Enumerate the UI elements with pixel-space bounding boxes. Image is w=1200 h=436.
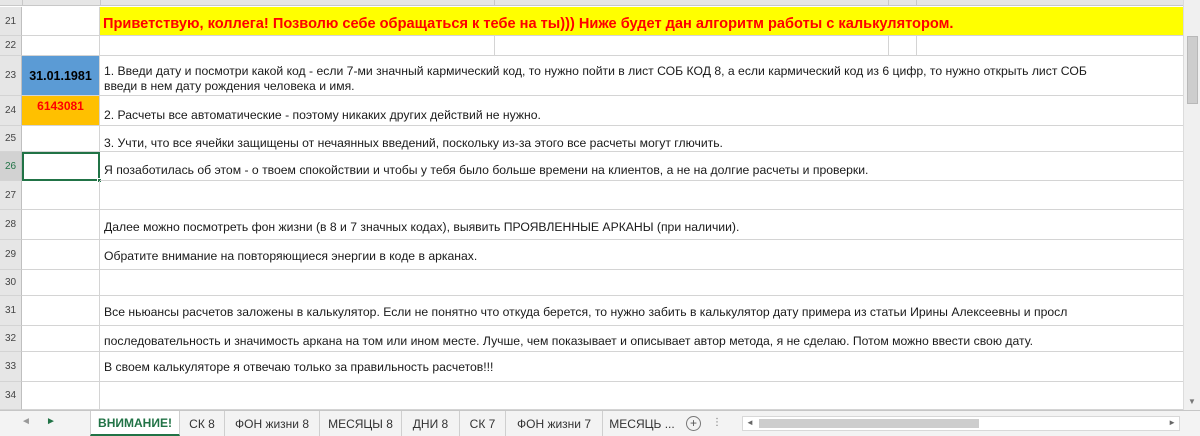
row-header[interactable]: 29 — [0, 240, 22, 270]
cell-a31[interactable] — [22, 296, 100, 326]
cell-b25[interactable]: 3. Учти, что все ячейки защищены от неча… — [100, 126, 1183, 152]
row-header[interactable]: 23 — [0, 56, 22, 96]
tab-dni-8[interactable]: ДНИ 8 — [402, 411, 460, 436]
row-29: 29 Обратите внимание на повторяющиеся эн… — [0, 240, 1183, 270]
repeating-energy-note: Обратите внимание на повторяющиеся энерг… — [104, 249, 478, 263]
instruction-step-3: 3. Учти, что все ячейки защищены от неча… — [104, 136, 723, 150]
cell-a32[interactable] — [22, 326, 100, 352]
row-header[interactable]: 32 — [0, 326, 22, 352]
birthdate-cell[interactable]: 31.01.1981 — [22, 56, 100, 96]
cell-a21[interactable] — [22, 7, 100, 36]
row-21: 21 Приветствую, коллега! Позволю себе об… — [0, 7, 1183, 36]
row-24: 24 6143081 2. Расчеты все автоматические… — [0, 96, 1183, 126]
greeting-banner: Приветствую, коллега! Позволю себе обращ… — [100, 7, 1183, 35]
instruction-step-1: 1. Введи дату и посмотри какой код - есл… — [104, 64, 1087, 78]
cell-b32[interactable]: последовательность и значимость аркана н… — [100, 326, 1183, 352]
worksheet[interactable]: 21 Приветствую, коллега! Позволю себе об… — [0, 0, 1183, 410]
tab-nav-next-icon[interactable]: ► — [46, 416, 56, 427]
cell-b23[interactable]: 1. Введи дату и посмотри какой код - есл… — [100, 56, 1183, 96]
row-32: 32 последовательность и значимость аркан… — [0, 326, 1183, 352]
row-header[interactable]: 21 — [0, 7, 22, 36]
sequence-note: последовательность и значимость аркана н… — [104, 334, 1033, 348]
row-header[interactable]: 28 — [0, 210, 22, 240]
instruction-step-2: 2. Расчеты все автоматические - поэтому … — [104, 108, 541, 122]
tab-mesyatsy-8[interactable]: МЕСЯЦЫ 8 — [320, 411, 402, 436]
horizontal-scroll-thumb[interactable] — [759, 419, 979, 428]
cell-b30[interactable] — [100, 270, 1183, 296]
sheet-tab-bar: ◄ ► ВНИМАНИЕ! СК 8 ФОН жизни 8 МЕСЯЦЫ 8 … — [0, 410, 1200, 436]
cell-a33[interactable] — [22, 352, 100, 382]
row-27: 27 — [0, 181, 1183, 210]
row-header[interactable]: 26 — [0, 152, 22, 181]
cell-b28[interactable]: Далее можно посмотреть фон жизни (в 8 и … — [100, 210, 1183, 240]
tab-sk-8[interactable]: СК 8 — [180, 411, 225, 436]
tab-fon-zhizni-7[interactable]: ФОН жизни 7 — [506, 411, 603, 436]
scroll-left-arrow-icon[interactable]: ◄ — [746, 418, 754, 427]
selected-cell[interactable] — [22, 152, 102, 183]
cell-a27[interactable] — [22, 181, 100, 210]
cell-b22[interactable] — [100, 36, 1183, 56]
scroll-down-arrow-icon[interactable]: ▼ — [1188, 397, 1196, 406]
cell-a22[interactable] — [22, 36, 100, 56]
tab-vnimanie[interactable]: ВНИМАНИЕ! — [90, 411, 180, 436]
row-34: 34 — [0, 382, 1183, 410]
cell-b24[interactable]: 2. Расчеты все автоматические - поэтому … — [100, 96, 1183, 126]
vertical-scrollbar[interactable]: ▼ — [1183, 0, 1200, 410]
row-header[interactable]: 34 — [0, 382, 22, 410]
cell-b27[interactable] — [100, 181, 1183, 210]
tab-sk-7[interactable]: СК 7 — [460, 411, 506, 436]
row-22: 22 — [0, 36, 1183, 56]
nuances-note: Все ньюансы расчетов заложены в калькуля… — [104, 305, 1068, 319]
row-26: 26 Я позаботилась об этом - о твоем спок… — [0, 152, 1183, 183]
cell-b31[interactable]: Все ньюансы расчетов заложены в калькуля… — [100, 296, 1183, 326]
cell-a29[interactable] — [22, 240, 100, 270]
row-header[interactable]: 30 — [0, 270, 22, 296]
more-options-icon[interactable]: ⋮ — [712, 417, 723, 428]
cell-b34[interactable] — [100, 382, 1183, 410]
cell-a34[interactable] — [22, 382, 100, 410]
row-23: 23 31.01.1981 1. Введи дату и посмотри к… — [0, 56, 1183, 96]
care-note: Я позаботилась об этом - о твоем спокойс… — [104, 163, 869, 177]
add-sheet-icon[interactable]: + — [686, 416, 701, 431]
responsibility-note: В своем калькуляторе я отвечаю только за… — [104, 360, 494, 374]
row-33: 33 В своем калькуляторе я отвечаю только… — [0, 352, 1183, 382]
horizontal-scrollbar[interactable]: ◄ ► — [742, 416, 1180, 431]
cell-b26[interactable]: Я позаботилась об этом - о твоем спокойс… — [100, 152, 1183, 181]
row-header[interactable]: 24 — [0, 96, 22, 126]
column-header-strip — [0, 0, 1183, 6]
row-28: 28 Далее можно посмотреть фон жизни (в 8… — [0, 210, 1183, 240]
row-30: 30 — [0, 270, 1183, 296]
row-header[interactable]: 22 — [0, 36, 22, 56]
tab-fon-zhizni-8[interactable]: ФОН жизни 8 — [225, 411, 320, 436]
tab-mesyatsy-7[interactable]: МЕСЯЦЬ ... — [603, 411, 681, 436]
instruction-step-1-cont: введи в нем дату рождения человека и имя… — [104, 79, 355, 93]
row-31: 31 Все ньюансы расчетов заложены в кальк… — [0, 296, 1183, 326]
cell-b29[interactable]: Обратите внимание на повторяющиеся энерг… — [100, 240, 1183, 270]
row-header[interactable]: 27 — [0, 181, 22, 210]
cell-a30[interactable] — [22, 270, 100, 296]
cell-b33[interactable]: В своем калькуляторе я отвечаю только за… — [100, 352, 1183, 382]
tab-nav-prev-icon[interactable]: ◄ — [21, 416, 31, 427]
cell-a25[interactable] — [22, 126, 100, 152]
life-background-note: Далее можно посмотреть фон жизни (в 8 и … — [104, 220, 740, 234]
cell-a28[interactable] — [22, 210, 100, 240]
karmic-code-cell[interactable]: 6143081 — [22, 96, 100, 126]
row-header[interactable]: 25 — [0, 126, 22, 152]
row-header[interactable]: 33 — [0, 352, 22, 382]
cell-b21[interactable]: Приветствую, коллега! Позволю себе обращ… — [100, 7, 1183, 36]
greeting-text: Приветствую, коллега! Позволю себе обращ… — [103, 16, 954, 32]
row-header[interactable]: 31 — [0, 296, 22, 326]
vertical-scroll-thumb[interactable] — [1187, 36, 1198, 104]
scroll-right-arrow-icon[interactable]: ► — [1168, 418, 1176, 427]
row-25: 25 3. Учти, что все ячейки защищены от н… — [0, 126, 1183, 152]
